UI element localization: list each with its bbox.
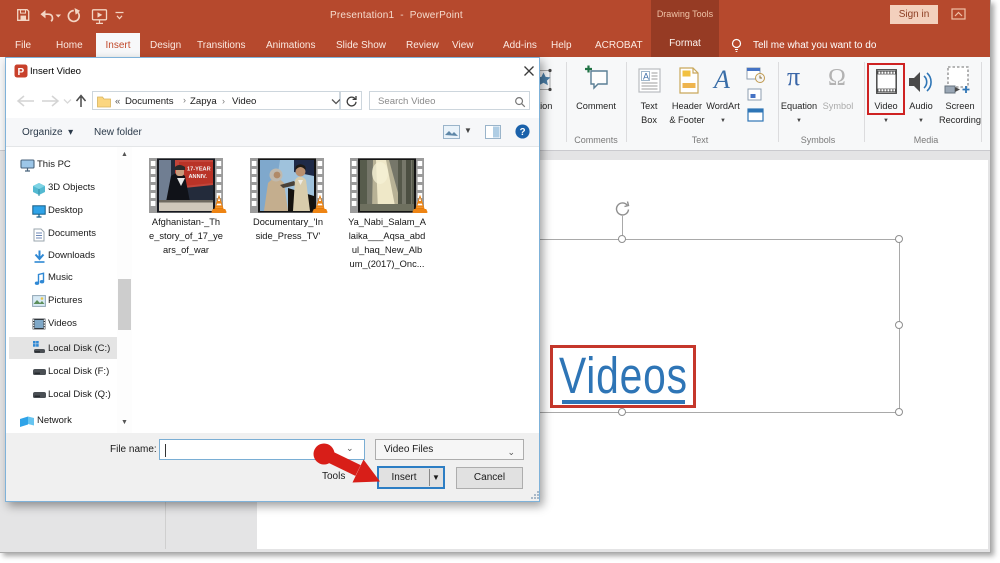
svg-text:A: A	[712, 68, 730, 91]
svg-text:17-YEAR: 17-YEAR	[187, 167, 211, 173]
svg-text:?: ?	[520, 127, 526, 138]
svg-text:π: π	[787, 64, 800, 89]
svg-text:ANNIV.: ANNIV.	[189, 174, 208, 180]
svg-text:A: A	[643, 72, 649, 82]
svg-text:Ω: Ω	[828, 65, 846, 89]
svg-text:P: P	[18, 67, 25, 78]
